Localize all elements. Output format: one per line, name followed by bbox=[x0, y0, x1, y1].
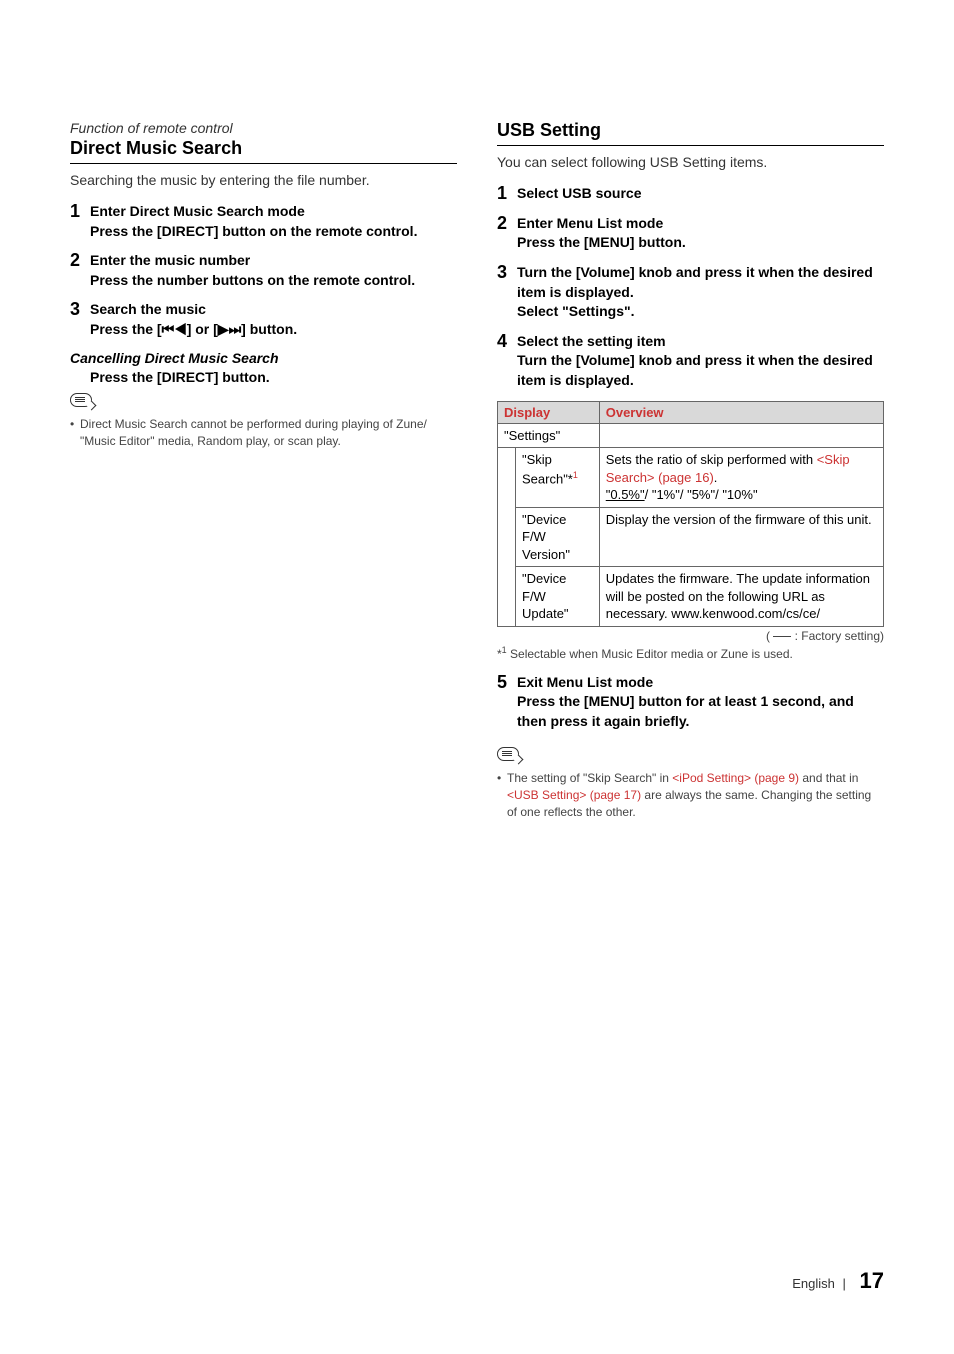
step-title: Turn the [Volume] knob and press it when… bbox=[517, 263, 884, 302]
page-footer: English | 17 bbox=[792, 1268, 884, 1294]
table-row: "Device F/W Version" Display the version… bbox=[498, 507, 884, 567]
factory-setting-note: ( : Factory setting) bbox=[497, 629, 884, 643]
step-number: 4 bbox=[497, 332, 511, 352]
text: : Factory setting) bbox=[791, 629, 884, 643]
prev-track-icon: ⏮◀ bbox=[162, 321, 187, 337]
step-content: Enter the music number Press the number … bbox=[90, 251, 457, 290]
footer-page-number: 17 bbox=[860, 1268, 884, 1293]
text: "Skip Search"* bbox=[522, 452, 573, 486]
cell-overview: Sets the ratio of skip performed with <S… bbox=[599, 448, 883, 508]
step-content: Select USB source bbox=[517, 184, 884, 204]
step-number: 3 bbox=[497, 263, 511, 283]
step-title: Exit Menu List mode bbox=[517, 673, 884, 693]
default-value: "0.5%" bbox=[606, 487, 645, 502]
step-content: Enter Menu List mode Press the [MENU] bu… bbox=[517, 214, 884, 253]
step-instruction: Press the [⏮◀] or [▶⏭] button. bbox=[90, 320, 457, 340]
step-number: 2 bbox=[497, 214, 511, 234]
step-title: Enter the music number bbox=[90, 251, 457, 271]
settings-label: "Settings" bbox=[498, 423, 600, 448]
text: Press the [ bbox=[90, 321, 162, 337]
step-4: 4 Select the setting item Turn the [Volu… bbox=[497, 332, 884, 391]
table-row: "Skip Search"*1 Sets the ratio of skip p… bbox=[498, 448, 884, 508]
step-1: 1 Enter Direct Music Search mode Press t… bbox=[70, 202, 457, 241]
cell-display: "Device F/W Update" bbox=[516, 567, 600, 627]
note-text: Direct Music Search cannot be performed … bbox=[70, 416, 457, 450]
step-title: Enter Direct Music Search mode bbox=[90, 202, 457, 222]
step-title: Select the setting item bbox=[517, 332, 884, 352]
text: and that in bbox=[799, 771, 858, 785]
step-instruction: Press the [MENU] button. bbox=[517, 233, 884, 253]
step-3: 3 Turn the [Volume] knob and press it wh… bbox=[497, 263, 884, 322]
step-number: 5 bbox=[497, 673, 511, 693]
note-icon bbox=[70, 393, 92, 407]
note-icon bbox=[497, 747, 519, 761]
step-1: 1 Select USB source bbox=[497, 184, 884, 204]
table-row: "Device F/W Update" Updates the firmware… bbox=[498, 567, 884, 627]
page-content: Function of remote control Direct Music … bbox=[0, 0, 954, 881]
step-content: Enter Direct Music Search mode Press the… bbox=[90, 202, 457, 241]
footer-language: English bbox=[792, 1276, 835, 1291]
step-5: 5 Exit Menu List mode Press the [MENU] b… bbox=[497, 673, 884, 732]
text: The setting of "Skip Search" in bbox=[507, 771, 672, 785]
step-number: 1 bbox=[497, 184, 511, 204]
step-2: 2 Enter Menu List mode Press the [MENU] … bbox=[497, 214, 884, 253]
section-title-usb-setting: USB Setting bbox=[497, 120, 884, 146]
step-number: 1 bbox=[70, 202, 84, 222]
indent-cell bbox=[498, 448, 516, 627]
link-usb-setting[interactable]: <USB Setting> (page 17) bbox=[507, 788, 641, 802]
step-instruction: Turn the [Volume] knob and press it when… bbox=[517, 351, 884, 390]
step-instruction: Press the [DIRECT] button on the remote … bbox=[90, 222, 457, 242]
step-content: Search the music Press the [⏮◀] or [▶⏭] … bbox=[90, 300, 457, 339]
text: Sets the ratio of skip performed with bbox=[606, 452, 817, 467]
step-title: Enter Menu List mode bbox=[517, 214, 884, 234]
step-content: Turn the [Volume] knob and press it when… bbox=[517, 263, 884, 322]
right-column: USB Setting You can select following USB… bbox=[497, 120, 884, 821]
step-content: Select the setting item Turn the [Volume… bbox=[517, 332, 884, 391]
underline-icon bbox=[773, 636, 791, 637]
cell-overview: Display the version of the firmware of t… bbox=[599, 507, 883, 567]
cell-display: "Device F/W Version" bbox=[516, 507, 600, 567]
step-number: 3 bbox=[70, 300, 84, 320]
cancel-instruction: Press the [DIRECT] button. bbox=[90, 368, 457, 388]
cell-display: "Skip Search"*1 bbox=[516, 448, 600, 508]
section-intro: You can select following USB Setting ite… bbox=[497, 154, 884, 170]
text: ( bbox=[766, 629, 773, 643]
step-instruction: Press the [MENU] button for at least 1 s… bbox=[517, 692, 884, 731]
text: / "1%"/ "5%"/ "10%" bbox=[645, 487, 758, 502]
step-2: 2 Enter the music number Press the numbe… bbox=[70, 251, 457, 290]
step-number: 2 bbox=[70, 251, 84, 271]
left-column: Function of remote control Direct Music … bbox=[70, 120, 457, 821]
table-header-overview: Overview bbox=[599, 401, 883, 423]
cell bbox=[599, 423, 883, 448]
text: . bbox=[714, 470, 718, 485]
footer-separator: | bbox=[843, 1276, 846, 1291]
settings-table: Display Overview "Settings" "Skip Search… bbox=[497, 401, 884, 627]
function-note: Function of remote control bbox=[70, 120, 457, 136]
step-title: Select USB source bbox=[517, 184, 884, 204]
cancel-subtitle: Cancelling Direct Music Search bbox=[70, 350, 457, 366]
section-intro: Searching the music by entering the file… bbox=[70, 172, 457, 188]
text: ] or [ bbox=[187, 321, 218, 337]
step-title: Search the music bbox=[90, 300, 457, 320]
step-3: 3 Search the music Press the [⏮◀] or [▶⏭… bbox=[70, 300, 457, 339]
footnote-text: Selectable when Music Editor media or Zu… bbox=[507, 647, 793, 661]
section-title-direct-music-search: Direct Music Search bbox=[70, 138, 457, 164]
step-instruction: Press the number buttons on the remote c… bbox=[90, 271, 457, 291]
note-text: The setting of "Skip Search" in <iPod Se… bbox=[497, 770, 884, 820]
table-row: "Settings" bbox=[498, 423, 884, 448]
cell-overview: Updates the firmware. The update informa… bbox=[599, 567, 883, 627]
text: ] button. bbox=[241, 321, 297, 337]
table-footnote: *1 Selectable when Music Editor media or… bbox=[497, 645, 884, 663]
next-track-icon: ▶⏭ bbox=[218, 321, 241, 337]
step-instruction: Select "Settings". bbox=[517, 302, 884, 322]
table-header-display: Display bbox=[498, 401, 600, 423]
step-content: Exit Menu List mode Press the [MENU] but… bbox=[517, 673, 884, 732]
link-ipod-setting[interactable]: <iPod Setting> (page 9) bbox=[672, 771, 799, 785]
footnote-marker: 1 bbox=[573, 470, 578, 480]
